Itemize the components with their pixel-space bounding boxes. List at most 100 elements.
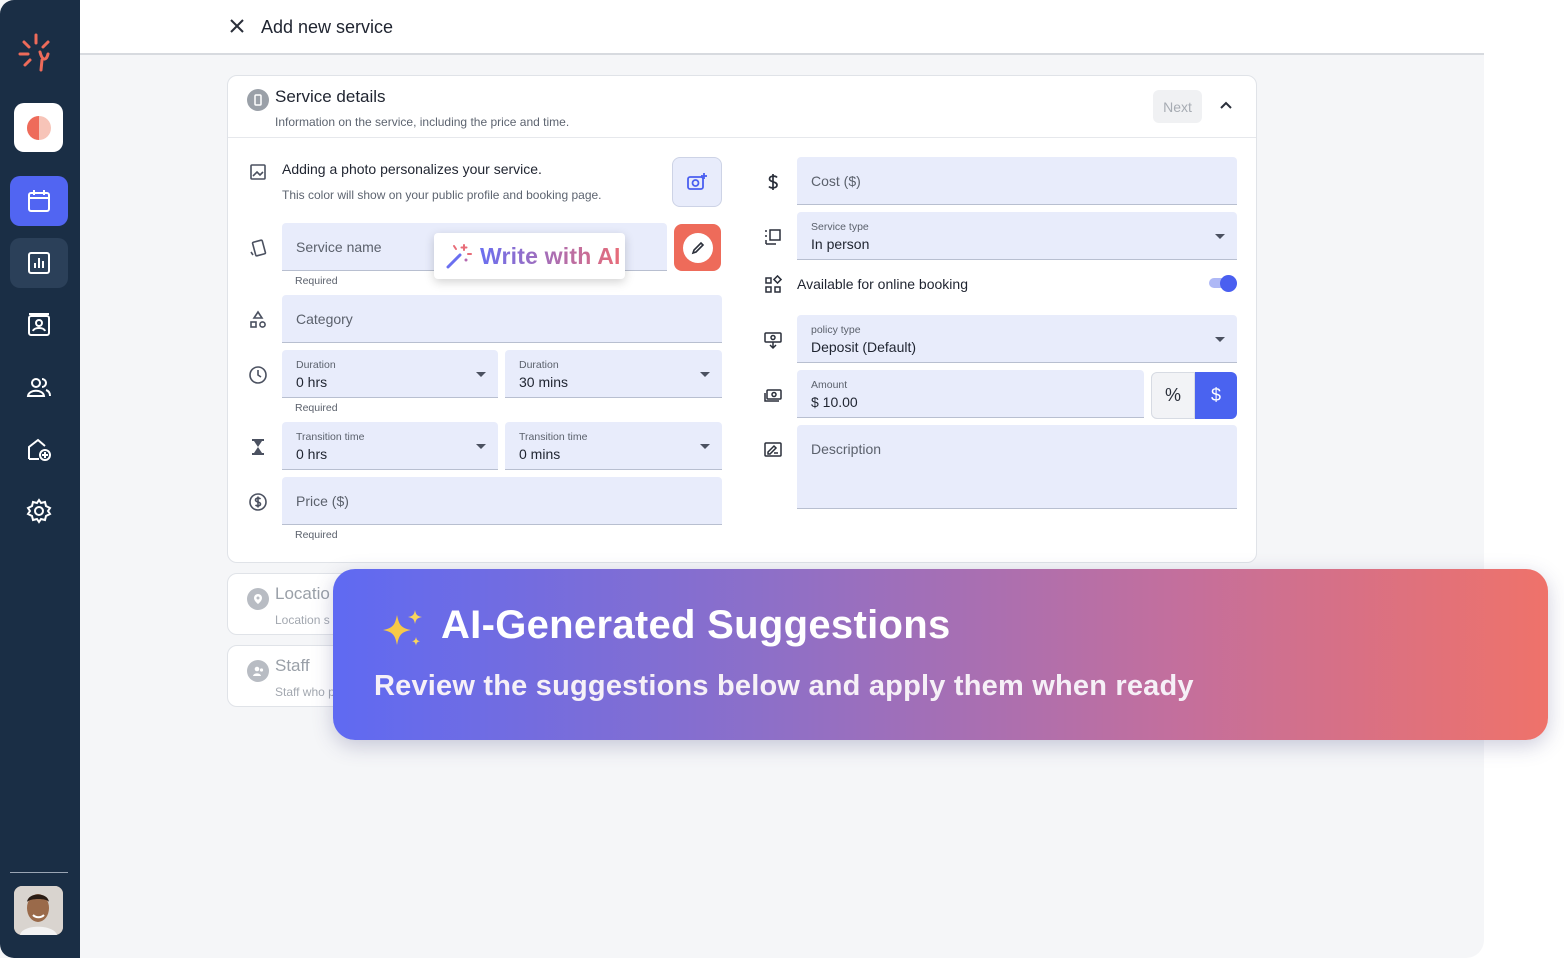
clock-icon [248, 365, 268, 385]
amount-value: $ 10.00 [811, 394, 858, 410]
caret-down-icon [476, 372, 486, 377]
description-textarea[interactable]: Description [797, 425, 1237, 509]
sidebar [0, 0, 80, 958]
category-placeholder: Category [296, 310, 353, 327]
edit-button[interactable] [674, 224, 721, 271]
transition-minutes-value: 0 mins [519, 446, 561, 462]
cost-placeholder: Cost ($) [811, 172, 861, 189]
online-booking-label: Available for online booking [797, 276, 968, 292]
clients-icon [28, 313, 50, 336]
online-booking-toggle[interactable] [1209, 275, 1237, 292]
top-header: Add new service [80, 0, 1484, 55]
percent-toggle-button[interactable]: % [1151, 372, 1195, 419]
section-subtitle: Information on the service, including th… [275, 115, 570, 129]
transition-hours-select[interactable]: Transition time 0 hrs [282, 422, 498, 470]
price-input[interactable]: Price ($) [282, 477, 722, 525]
transition-minutes-label: Transition time [519, 431, 588, 443]
transition-hours-label: Transition time [296, 431, 365, 443]
price-icon [248, 492, 268, 512]
add-photo-button[interactable] [672, 157, 722, 207]
service-type-icon [763, 227, 783, 247]
staff-section-title: Staff [275, 656, 310, 675]
sidebar-item-reports[interactable] [10, 238, 68, 288]
amount-icon [763, 385, 783, 405]
staff-icon [26, 378, 51, 397]
duration-minutes-select[interactable]: Duration 30 mins [505, 350, 722, 398]
caret-down-icon [476, 444, 486, 449]
chevron-up-icon[interactable] [1218, 97, 1234, 113]
staff-section-icon [247, 660, 269, 682]
pencil-icon [691, 241, 704, 254]
category-icon [248, 310, 268, 330]
service-details-header[interactable]: Service details Information on the servi… [228, 76, 1256, 138]
ai-suggestions-banner: AI-Generated Suggestions Review the sugg… [333, 569, 1548, 740]
close-icon[interactable] [228, 17, 246, 35]
online-booking-icon [763, 274, 783, 295]
caret-down-icon [1215, 234, 1225, 239]
calendar-icon [28, 190, 50, 212]
transition-minutes-select[interactable]: Transition time 0 mins [505, 422, 722, 470]
service-type-label: Service type [811, 221, 869, 233]
duration-hours-label: Duration [296, 359, 336, 371]
business-icon [26, 115, 51, 140]
app-window: Add new service Service details Informat… [0, 0, 1484, 958]
caret-down-icon [1215, 337, 1225, 342]
avatar[interactable] [14, 886, 63, 935]
amount-label: Amount [811, 379, 848, 391]
sidebar-item-calendar[interactable] [10, 176, 68, 226]
sidebar-divider [10, 872, 68, 873]
policy-icon [763, 330, 783, 350]
amount-input[interactable]: Amount $ 10.00 [797, 370, 1144, 418]
page-title: Add new service [261, 17, 394, 37]
step-icon [247, 89, 269, 111]
service-details-card: Service details Information on the servi… [227, 75, 1257, 563]
photo-subtitle: This color will show on your public prof… [282, 188, 602, 202]
write-with-ai-label: Write with AI [480, 242, 621, 269]
duration-hours-select[interactable]: Duration 0 hrs [282, 350, 498, 398]
caret-down-icon [700, 372, 710, 377]
image-icon [248, 162, 268, 182]
sparkles-icon [383, 610, 422, 646]
policy-type-select[interactable]: policy type Deposit (Default) [797, 315, 1237, 363]
avatar-image [14, 886, 63, 935]
sidebar-item-clients[interactable] [10, 300, 68, 350]
photo-title: Adding a photo personalizes your service… [282, 161, 542, 177]
location-section-subtitle: Location s [275, 613, 330, 627]
camera-add-icon [687, 173, 707, 190]
duration-hours-value: 0 hrs [296, 374, 328, 390]
location-section-title: Locatio [275, 584, 330, 603]
category-input[interactable]: Category [282, 295, 722, 343]
staff-section-subtitle: Staff who p [275, 685, 335, 699]
duration-minutes-label: Duration [519, 359, 559, 371]
dollar-icon [763, 172, 783, 192]
service-type-value: In person [811, 236, 870, 252]
write-with-ai-button[interactable]: Write with AI [434, 233, 625, 279]
service-name-helper: Required [295, 275, 338, 287]
banner-subtitle: Review the suggestions below and apply t… [374, 670, 1194, 702]
reports-icon [28, 252, 50, 274]
magic-wand-icon [446, 244, 472, 269]
description-placeholder: Description [811, 441, 882, 457]
transition-hours-value: 0 hrs [296, 446, 328, 462]
next-button[interactable]: Next [1153, 90, 1202, 123]
logo-icon[interactable] [16, 30, 60, 74]
banner-title: AI-Generated Suggestions [441, 603, 951, 647]
policy-type-label: policy type [811, 324, 861, 336]
price-placeholder: Price ($) [296, 492, 349, 509]
service-name-icon [248, 238, 268, 258]
sidebar-item-business[interactable] [14, 103, 63, 152]
locations-icon [28, 438, 51, 461]
caret-down-icon [700, 444, 710, 449]
sidebar-item-locations[interactable] [10, 424, 68, 474]
service-type-select[interactable]: Service type In person [797, 212, 1237, 260]
settings-icon [26, 498, 52, 524]
duration-minutes-value: 30 mins [519, 374, 569, 390]
dollar-toggle-button[interactable]: $ [1195, 372, 1237, 419]
location-pin-icon [247, 588, 269, 610]
sidebar-item-staff[interactable] [10, 362, 68, 412]
sidebar-item-settings[interactable] [10, 486, 68, 536]
hourglass-icon [248, 437, 268, 457]
cost-input[interactable]: Cost ($) [797, 157, 1237, 205]
duration-helper: Required [295, 402, 338, 414]
section-title: Service details [275, 87, 386, 106]
